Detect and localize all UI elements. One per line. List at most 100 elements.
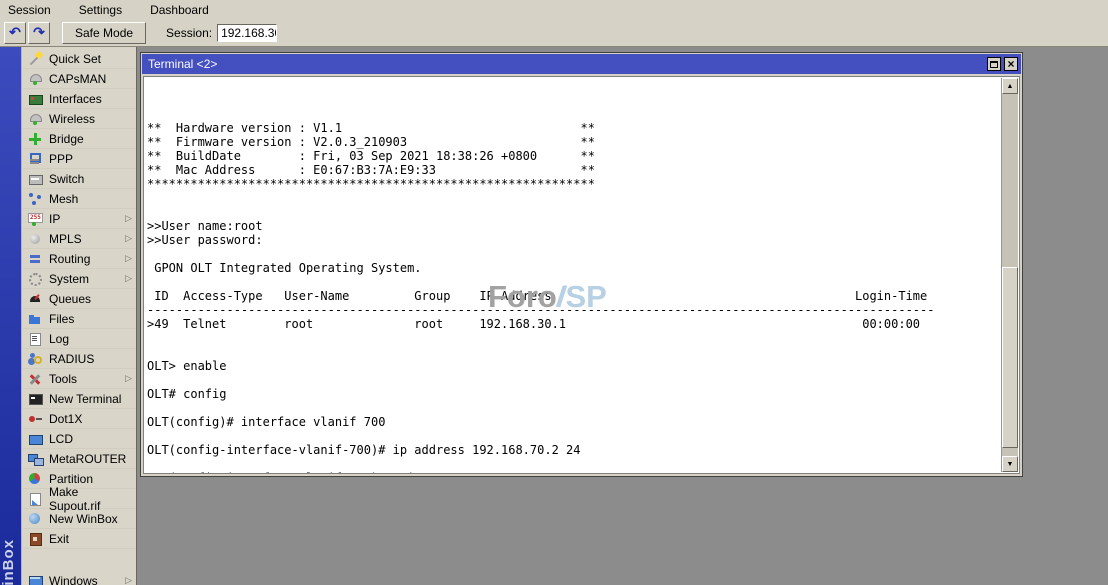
sidebar-item-label: LCD [49,432,125,446]
menu-item[interactable]: Dashboard [150,1,219,19]
new-terminal-icon [28,392,42,406]
session-label: Session: [166,26,212,40]
sidebar-item-label: Interfaces [49,92,125,106]
sidebar-item-metarouter[interactable]: MetaROUTER ▷ [23,449,136,469]
sidebar-item-label: Files [49,312,125,326]
submenu-arrow-icon: ▷ [125,253,132,264]
terminal-line [147,331,999,345]
sidebar-item-label: Queues [49,292,125,306]
sidebar-item-queues[interactable]: Queues ▷ [23,289,136,309]
undo-icon: ↶ [9,24,21,41]
terminal-line: OLT# config [147,387,999,401]
scrollbar-up-button[interactable]: ▲ [1002,78,1018,94]
sidebar-item-label: Routing [49,252,125,266]
sidebar-item-mpls[interactable]: MPLS ▷ [23,229,136,249]
sidebar-item-tools[interactable]: Tools ▷ [23,369,136,389]
terminal-line: >>User name:root [147,219,999,233]
terminal-content: ** Hardware version : V1.1 **** Firmware… [143,76,1020,474]
terminal-line [147,191,999,205]
submenu-arrow-icon: ▷ [125,213,132,224]
sidebar-items: Quick Set ▷ CAPsMAN ▷ Interfaces ▷ Wirel… [23,49,136,585]
scrollbar-thumb[interactable] [1002,267,1018,448]
terminal-line [147,275,999,289]
sidebar-item-make-supout[interactable]: Make Supout.rif ▷ [23,489,136,509]
ppp-icon [28,152,42,166]
wireless-icon [28,112,42,126]
scroll-up-icon: ▲ [1007,83,1014,90]
quick-set-icon [28,52,42,66]
toolbar: ↶ ↷ Safe Mode Session: [0,19,1108,47]
sidebar-item-label: New Terminal [49,392,125,406]
sidebar-item-lcd[interactable]: LCD ▷ [23,429,136,449]
sidebar-item-new-winbox[interactable]: New WinBox ▷ [23,509,136,529]
windows-icon [28,574,42,585]
new-winbox-icon [28,512,42,526]
terminal-output[interactable]: ** Hardware version : V1.1 **** Firmware… [147,79,999,473]
sidebar-item-ppp[interactable]: PPP ▷ [23,149,136,169]
session-input[interactable] [217,24,277,42]
sidebar-item-label: Bridge [49,132,125,146]
terminal-line: >>User password: [147,233,999,247]
redo-icon: ↷ [33,24,45,41]
sidebar-item-capsman[interactable]: CAPsMAN ▷ [23,69,136,89]
sidebar-item-windows[interactable]: Windows ▷ [23,571,136,585]
sidebar-item-quick-set[interactable]: Quick Set ▷ [23,49,136,69]
sidebar-item-files[interactable]: Files ▷ [23,309,136,329]
ip-icon [28,212,42,226]
terminal-line [147,401,999,415]
terminal-line: ** Firmware version : V2.0.3_210903 ** [147,135,999,149]
menu-bar: Session Settings Dashboard [0,0,1108,19]
sidebar: WinBox Quick Set ▷ CAPsMAN ▷ Interfaces … [0,47,137,585]
sidebar-item-label: Exit [49,532,125,546]
maximize-icon [990,61,998,68]
terminal-scrollbar[interactable]: ▲ ▼ [1001,78,1018,472]
queues-icon [28,292,42,306]
sidebar-item-exit[interactable]: Exit ▷ [23,529,136,549]
log-icon [28,332,42,346]
sidebar-item-label: Quick Set [49,52,125,66]
sidebar-item-label: Switch [49,172,125,186]
mesh-icon [28,192,42,206]
sidebar-item-bridge[interactable]: Bridge ▷ [23,129,136,149]
sidebar-item-label: CAPsMAN [49,72,125,86]
sidebar-item-label: Mesh [49,192,125,206]
terminal-titlebar[interactable]: Terminal <2> × [142,54,1021,74]
radius-icon [28,352,42,366]
terminal-line [147,205,999,219]
winbox-brand-strip: WinBox [0,47,22,585]
sidebar-item-mesh[interactable]: Mesh ▷ [23,189,136,209]
sidebar-item-new-terminal[interactable]: New Terminal ▷ [23,389,136,409]
safe-mode-button[interactable]: Safe Mode [62,22,146,44]
scrollbar-down-button[interactable]: ▼ [1002,456,1018,472]
sidebar-item-radius[interactable]: RADIUS ▷ [23,349,136,369]
sidebar-item-label: MPLS [49,232,125,246]
terminal-line: ** Mac Address : E0:67:B3:7A:E9:33 ** [147,163,999,177]
sidebar-item-label: Log [49,332,125,346]
terminal-line: ID Access-Type User-Name Group IP-Addres… [147,289,999,303]
redo-button[interactable]: ↷ [28,22,50,44]
sidebar-item-system[interactable]: System ▷ [23,269,136,289]
terminal-line: >49 Telnet root root 192.168.30.1 00:00:… [147,317,999,331]
terminal-line: OLT(config)# interface vlanif 700 [147,415,999,429]
sidebar-item-label: Wireless [49,112,125,126]
sidebar-item-label: Partition [49,472,125,486]
undo-button[interactable]: ↶ [4,22,26,44]
terminal-window: Terminal <2> × ** Hardware version : V1.… [140,52,1023,477]
submenu-arrow-icon: ▷ [125,575,132,585]
terminal-line: OLT(config-interface-vlanif-700)# exit [147,471,999,473]
sidebar-item-ip[interactable]: IP ▷ [23,209,136,229]
sidebar-item-label: Make Supout.rif [49,485,125,513]
menu-item[interactable]: Session [8,1,61,19]
menu-item[interactable]: Settings [79,1,132,19]
terminal-line: GPON OLT Integrated Operating System. [147,261,999,275]
maximize-button[interactable] [987,57,1001,71]
close-button[interactable]: × [1004,57,1018,71]
sidebar-item-dot1x[interactable]: Dot1X ▷ [23,409,136,429]
sidebar-item-routing[interactable]: Routing ▷ [23,249,136,269]
sidebar-item-interfaces[interactable]: Interfaces ▷ [23,89,136,109]
exit-icon [28,532,42,546]
sidebar-item-switch[interactable]: Switch ▷ [23,169,136,189]
sidebar-item-wireless[interactable]: Wireless ▷ [23,109,136,129]
system-icon [28,272,42,286]
sidebar-item-log[interactable]: Log ▷ [23,329,136,349]
